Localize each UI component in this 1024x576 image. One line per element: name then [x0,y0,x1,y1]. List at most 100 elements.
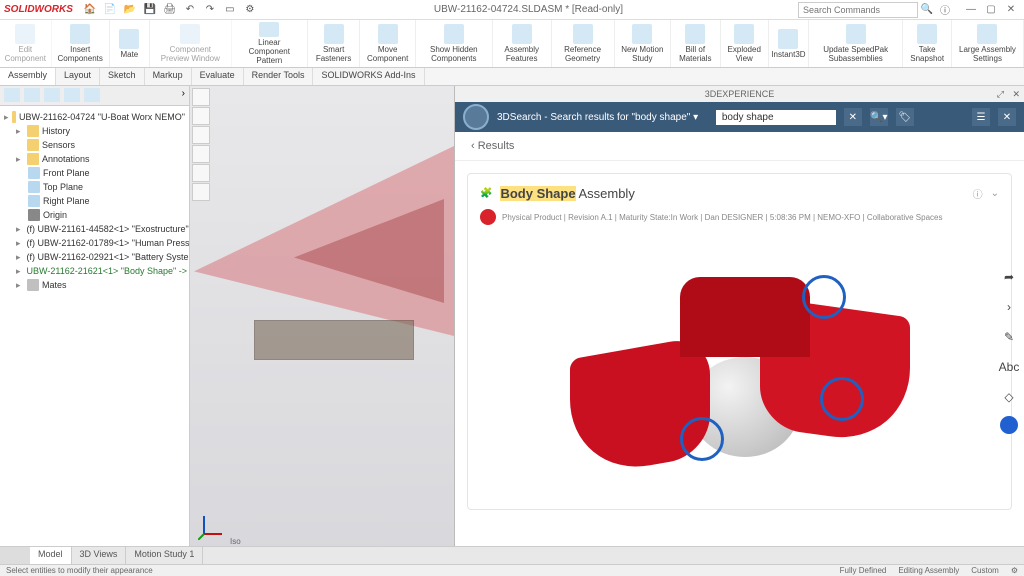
tree-history[interactable]: ▸History [2,124,187,138]
open-icon[interactable]: 📂 [121,2,139,18]
tree-origin[interactable]: Origin [2,208,187,222]
options-icon[interactable]: ⚙ [241,2,259,18]
pencil-icon[interactable]: ✎ [998,326,1020,348]
select-icon[interactable]: ▭ [221,2,239,18]
task-pane-chevron-icon[interactable]: › [182,88,185,103]
ribbon-ref-geometry[interactable]: Reference Geometry [552,20,615,67]
result-title: Body Shape Assembly [500,186,634,201]
ribbon-exploded-view[interactable]: Exploded View [721,20,769,67]
bottom-nav-icon[interactable] [0,547,30,564]
redo-icon[interactable]: ↷ [201,2,219,18]
xp-close-icon[interactable]: ✕ [1012,89,1020,100]
home-icon[interactable]: 🏠 [81,2,99,18]
export-icon[interactable]: ➦ [998,266,1020,288]
tree-root[interactable]: ▸UBW-21162-04724 "U-Boat Worx NEMO" [2,110,187,124]
tree-sensors[interactable]: Sensors [2,138,187,152]
ribbon-update-speedpak[interactable]: Update SpeedPak Subassemblies [809,20,903,67]
bottom-tab-model[interactable]: Model [30,547,72,564]
tab-evaluate[interactable]: Evaluate [192,68,244,85]
ribbon-mate[interactable]: Mate [110,20,150,67]
tab-render-tools[interactable]: Render Tools [244,68,314,85]
tree-body-shape[interactable]: ▸UBW-21162-21621<1> "Body Shape" -> [2,264,187,278]
ribbon-instant3d[interactable]: Instant3D [769,20,809,67]
save-icon[interactable]: 💾 [141,2,159,18]
display-manager-tab-icon[interactable] [84,88,100,102]
ribbon-linear-pattern[interactable]: Linear Component Pattern [232,20,308,67]
print-icon[interactable]: 🖨 [161,2,179,18]
feature-tree-tab-icon[interactable] [4,88,20,102]
ribbon-motion-study[interactable]: New Motion Study [615,20,672,67]
undo-icon[interactable]: ↶ [181,2,199,18]
command-search-input[interactable] [798,2,918,18]
help-icon[interactable]: ⓘ [936,2,954,18]
ribbon-edit-component[interactable]: Edit Component [0,20,52,67]
eraser-icon[interactable]: ◇ [998,386,1020,408]
tab-layout[interactable]: Layout [56,68,100,85]
feature-tree: ▸UBW-21162-04724 "U-Boat Worx NEMO" ▸His… [0,106,189,564]
status-units[interactable]: Custom [971,566,999,575]
info-icon[interactable]: ⓘ [973,186,983,201]
tree-mates[interactable]: ▸Mates [2,278,187,292]
menu-icon[interactable]: ☰ [972,108,990,126]
expand-card-icon[interactable]: ⌄ [991,188,999,199]
pan-tool-icon[interactable] [192,107,210,125]
rotate-tool-icon[interactable] [192,126,210,144]
tree-top-plane[interactable]: Top Plane [2,180,187,194]
ribbon-take-snapshot[interactable]: Take Snapshot [903,20,952,67]
results-header[interactable]: ‹ Results [455,132,1024,161]
ribbon-preview-window[interactable]: Component Preview Window [150,20,232,67]
ribbon-bom[interactable]: Bill of Materials [671,20,720,67]
xp-header-title: 3DEXPERIENCE [705,89,775,99]
compass-icon[interactable] [463,104,489,130]
user-avatar-icon [480,209,496,225]
tag-icon[interactable]: 🏷 [896,108,914,126]
tab-assembly[interactable]: Assembly [0,68,56,85]
bottom-tab-motion[interactable]: Motion Study 1 [126,547,203,564]
ribbon-large-assembly[interactable]: Large Assembly Settings [952,20,1024,67]
tab-sketch[interactable]: Sketch [100,68,145,85]
ribbon-assembly-features[interactable]: Assembly Features [493,20,552,67]
tree-front-plane[interactable]: Front Plane [2,166,187,180]
minimize-icon[interactable]: — [962,4,980,15]
dim-expert-tab-icon[interactable] [64,88,80,102]
close-icon[interactable]: ✕ [1002,4,1020,15]
search-go-icon[interactable]: 🔍▾ [870,108,888,126]
tab-addins[interactable]: SOLIDWORKS Add-Ins [313,68,424,85]
config-manager-tab-icon[interactable] [44,88,60,102]
graphics-viewport[interactable]: Iso [190,86,454,564]
ribbon-smart-fasteners[interactable]: Smart Fasteners [308,20,361,67]
result-meta: Physical Product | Revision A.1 | Maturi… [502,213,942,222]
tab-markup[interactable]: Markup [145,68,192,85]
chevron-right-icon[interactable]: › [998,296,1020,318]
bottom-tab-3dviews[interactable]: 3D Views [72,547,127,564]
search-icon[interactable]: 🔍 [918,2,936,18]
result-thumbnail[interactable] [480,237,999,497]
tree-right-plane[interactable]: Right Plane [2,194,187,208]
status-hint: Select entities to modify their appearan… [6,566,153,575]
markup-circle-icon [680,417,724,461]
property-manager-tab-icon[interactable] [24,88,40,102]
panel-close-icon[interactable]: ✕ [998,108,1016,126]
assembly-icon: 🧩 [480,188,492,199]
new-icon[interactable]: 📄 [101,2,119,18]
status-gear-icon[interactable]: ⚙ [1011,566,1018,575]
zoom-tool-icon[interactable] [192,88,210,106]
status-defined: Fully Defined [840,566,887,575]
text-tool-icon[interactable]: Abc [998,356,1020,378]
tree-exostructure[interactable]: ▸(f) UBW-21161-44582<1> "Exostructure" [2,222,187,236]
clear-search-icon[interactable]: ✕ [844,108,862,126]
ribbon-insert-components[interactable]: Insert Components [52,20,110,67]
xp-expand-icon[interactable]: ⤢ [997,89,1004,100]
tree-pressure-vessel[interactable]: ▸(f) UBW-21162-01789<1> "Human Pressure … [2,236,187,250]
xp-search-input[interactable] [716,110,836,125]
triad-icon [198,510,228,540]
ribbon-show-hidden[interactable]: Show Hidden Components [416,20,493,67]
app-logo: SOLIDWORKS [4,4,73,15]
search-title: 3DSearch - Search results for "body shap… [497,112,708,123]
maximize-icon[interactable]: ▢ [982,4,1000,15]
ribbon-move-component[interactable]: Move Component [360,20,415,67]
tree-battery-system[interactable]: ▸(f) UBW-21162-02921<1> "Battery System" [2,250,187,264]
color-swatch-icon[interactable] [1000,416,1018,434]
result-card[interactable]: 🧩 Body Shape Assembly ⓘ ⌄ Physical Produ… [467,173,1012,510]
tree-annotations[interactable]: ▸Annotations [2,152,187,166]
